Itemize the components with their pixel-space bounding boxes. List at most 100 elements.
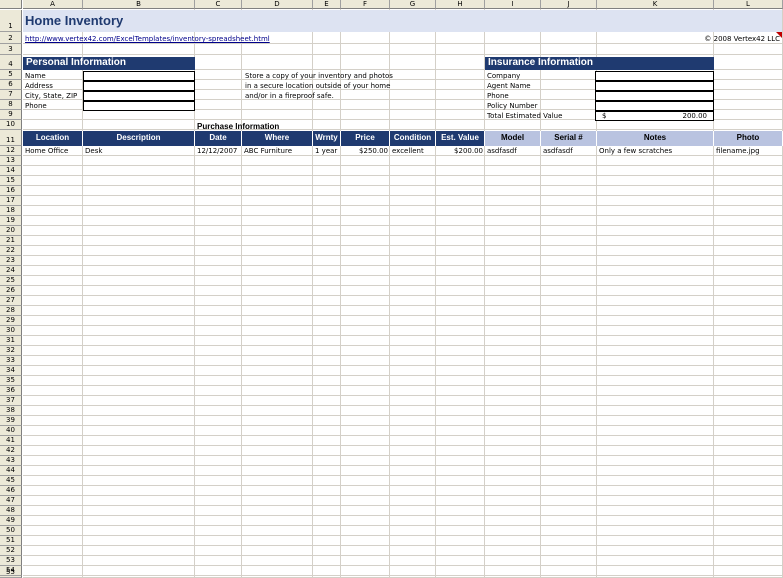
row-header-14[interactable]: 14 (0, 166, 22, 176)
row-header-46[interactable]: 46 (0, 486, 22, 496)
vertex42-link[interactable]: http://www.vertex42.com/ExcelTemplates/i… (25, 35, 270, 44)
table-header-date[interactable]: Date (195, 131, 242, 146)
column-header-e[interactable]: E (313, 0, 341, 9)
row-header-36[interactable]: 36 (0, 386, 22, 396)
row-header-37[interactable]: 37 (0, 396, 22, 406)
table-cell[interactable]: filename.jpg (714, 147, 783, 156)
row-header-52[interactable]: 52 (0, 546, 22, 556)
row-header-17[interactable]: 17 (0, 196, 22, 206)
row-header-1[interactable]: 1 (0, 10, 22, 32)
row-header-9[interactable]: 9 (0, 110, 22, 120)
row-header-20[interactable]: 20 (0, 226, 22, 236)
table-cell[interactable]: asdfasdf (485, 147, 541, 156)
row-header-50[interactable]: 50 (0, 526, 22, 536)
row-header-40[interactable]: 40 (0, 426, 22, 436)
column-header-c[interactable]: C (195, 0, 242, 9)
table-header-wrnty[interactable]: Wrnty (313, 131, 341, 146)
column-header-l[interactable]: L (714, 0, 783, 9)
row-header-38[interactable]: 38 (0, 406, 22, 416)
row-header-31[interactable]: 31 (0, 336, 22, 346)
insurance-policy-field[interactable] (595, 101, 714, 111)
table-header-where[interactable]: Where (242, 131, 313, 146)
table-header-location[interactable]: Location (23, 131, 83, 146)
table-header-condition[interactable]: Condition (390, 131, 436, 146)
row-header-4[interactable]: 4 (0, 55, 22, 70)
row-header-41[interactable]: 41 (0, 436, 22, 446)
row-header-30[interactable]: 30 (0, 326, 22, 336)
row-header-24[interactable]: 24 (0, 266, 22, 276)
row-header-53[interactable]: 53 (0, 556, 22, 566)
personal-city-field[interactable] (83, 91, 195, 101)
row-header-27[interactable]: 27 (0, 296, 22, 306)
column-header-k[interactable]: K (597, 0, 714, 9)
column-header-f[interactable]: F (341, 0, 390, 9)
table-header-price[interactable]: Price (341, 131, 390, 146)
table-header-est-value[interactable]: Est. Value (436, 131, 485, 146)
column-header-j[interactable]: J (541, 0, 597, 9)
table-cell[interactable]: 12/12/2007 (195, 147, 242, 156)
row-header-26[interactable]: 26 (0, 286, 22, 296)
table-header-description[interactable]: Description (83, 131, 195, 146)
table-cell[interactable]: excellent (390, 147, 436, 156)
row-header-2[interactable]: 2 (0, 32, 22, 44)
row-header-11[interactable]: 11 (0, 130, 22, 146)
insurance-phone-field[interactable] (595, 91, 714, 101)
comment-indicator-icon[interactable] (776, 32, 782, 38)
row-header-47[interactable]: 47 (0, 496, 22, 506)
insurance-company-field[interactable] (595, 71, 714, 81)
table-cell[interactable]: 1 year (313, 147, 341, 156)
row-header-13[interactable]: 13 (0, 156, 22, 166)
insurance-agent-field[interactable] (595, 81, 714, 91)
table-header-notes[interactable]: Notes (597, 131, 714, 146)
row-header-42[interactable]: 42 (0, 446, 22, 456)
table-header-model[interactable]: Model (485, 131, 541, 146)
column-header-a[interactable]: A (23, 0, 83, 9)
row-header-21[interactable]: 21 (0, 236, 22, 246)
row-header-15[interactable]: 15 (0, 176, 22, 186)
table-header-photo[interactable]: Photo (714, 131, 783, 146)
row-header-34[interactable]: 34 (0, 366, 22, 376)
row-header-8[interactable]: 8 (0, 100, 22, 110)
row-header-32[interactable]: 32 (0, 346, 22, 356)
row-header-48[interactable]: 48 (0, 506, 22, 516)
table-cell[interactable]: Desk (83, 147, 195, 156)
row-header-19[interactable]: 19 (0, 216, 22, 226)
row-header-10[interactable]: 10 (0, 120, 22, 130)
row-header-51[interactable]: 51 (0, 536, 22, 546)
row-header-5[interactable]: 5 (0, 70, 22, 80)
table-cell[interactable]: $250.00 (341, 147, 390, 156)
insurance-total-field[interactable]: $ 200.00 (595, 111, 714, 121)
row-header-18[interactable]: 18 (0, 206, 22, 216)
row-header-49[interactable]: 49 (0, 516, 22, 526)
table-cell[interactable]: Only a few scratches (597, 147, 714, 156)
table-cell[interactable]: $200.00 (436, 147, 485, 156)
row-header-25[interactable]: 25 (0, 276, 22, 286)
personal-phone-field[interactable] (83, 101, 195, 111)
row-header-28[interactable]: 28 (0, 306, 22, 316)
table-cell[interactable]: asdfasdf (541, 147, 597, 156)
row-header-3[interactable]: 3 (0, 44, 22, 55)
select-all-corner[interactable] (0, 0, 22, 9)
table-header-serial[interactable]: Serial # (541, 131, 597, 146)
column-header-b[interactable]: B (83, 0, 195, 9)
row-header-7[interactable]: 7 (0, 90, 22, 100)
row-header-44[interactable]: 44 (0, 466, 22, 476)
column-header-i[interactable]: I (485, 0, 541, 9)
row-header-12[interactable]: 12 (0, 146, 22, 156)
row-header-35[interactable]: 35 (0, 376, 22, 386)
row-header-29[interactable]: 29 (0, 316, 22, 326)
table-cell[interactable]: ABC Furniture (242, 147, 313, 156)
column-header-h[interactable]: H (436, 0, 485, 9)
row-header-6[interactable]: 6 (0, 80, 22, 90)
column-header-d[interactable]: D (242, 0, 313, 9)
column-header-g[interactable]: G (390, 0, 436, 9)
row-header-22[interactable]: 22 (0, 246, 22, 256)
row-header-16[interactable]: 16 (0, 186, 22, 196)
row-header-23[interactable]: 23 (0, 256, 22, 266)
row-header-45[interactable]: 45 (0, 476, 22, 486)
personal-name-field[interactable] (83, 71, 195, 81)
table-cell[interactable]: Home Office (23, 147, 83, 156)
personal-address-field[interactable] (83, 81, 195, 91)
row-header-39[interactable]: 39 (0, 416, 22, 426)
row-header-33[interactable]: 33 (0, 356, 22, 366)
